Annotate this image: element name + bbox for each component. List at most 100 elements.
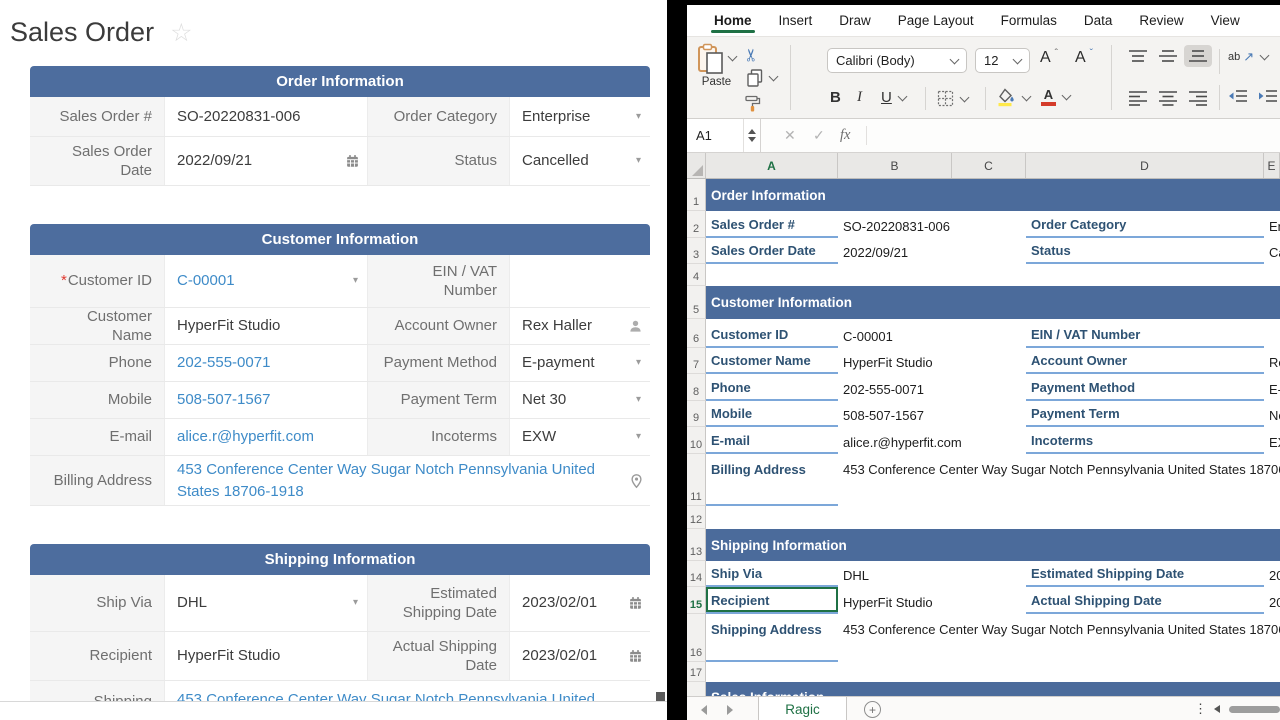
grid-cell-c9[interactable]	[952, 401, 1026, 427]
grid-cell-e6[interactable]	[1264, 319, 1280, 348]
font-color-button[interactable]: A	[1041, 88, 1070, 106]
field-value[interactable]: 202-555-0071	[165, 345, 367, 381]
grid-cell-c2[interactable]	[952, 211, 1026, 238]
row-number[interactable]: 14	[687, 561, 706, 587]
format-painter-button[interactable]	[744, 95, 761, 112]
grid-cell-d10[interactable]: Incoterms	[1026, 427, 1264, 454]
field-value[interactable]: Cancelled▾	[510, 137, 650, 185]
row-number[interactable]: 18	[687, 682, 706, 696]
grid-cell-a11[interactable]: Billing Address	[706, 454, 838, 506]
paste-button[interactable]: Paste	[697, 43, 736, 88]
grid-cell-a9[interactable]: Mobile	[706, 401, 838, 427]
grid-cell-d9[interactable]: Payment Term	[1026, 401, 1264, 427]
row-number[interactable]: 7	[687, 348, 706, 374]
dropdown-caret-icon[interactable]: ▾	[636, 432, 641, 442]
hscroll-thumb[interactable]	[1229, 706, 1280, 713]
row-number[interactable]: 2	[687, 211, 706, 238]
grid-cell-b3[interactable]: 2022/09/21	[838, 238, 952, 264]
name-box[interactable]: A1	[687, 119, 761, 152]
field-value[interactable]: alice.r@hyperfit.com	[165, 419, 367, 455]
row-number[interactable]: 6	[687, 319, 706, 348]
field-value[interactable]: HyperFit Studio	[165, 632, 367, 680]
grid-cell-a8[interactable]: Phone	[706, 374, 838, 401]
hscroll-left-button[interactable]	[1214, 705, 1220, 713]
insert-function-icon[interactable]: fx	[840, 127, 850, 144]
shrink-font-button[interactable]: Aˇ	[1075, 49, 1093, 67]
grid-cell-b14[interactable]: DHL	[838, 561, 952, 587]
grid-cell-c15[interactable]	[952, 587, 1026, 614]
bold-button[interactable]: B	[830, 89, 841, 106]
sheet-prev-button[interactable]	[701, 705, 707, 715]
grid-cell-a3[interactable]: Sales Order Date	[706, 238, 838, 264]
grid-cell-c7[interactable]	[952, 348, 1026, 374]
align-right-button[interactable]	[1184, 87, 1212, 109]
field-value[interactable]: 2023/02/01	[510, 632, 650, 680]
row-number[interactable]: 11	[687, 454, 706, 506]
field-value[interactable]: 453 Conference Center Way Sugar Notch Pe…	[165, 456, 650, 505]
sheet-tab-ragic[interactable]: Ragic	[758, 697, 847, 720]
grid-cell-d7[interactable]: Account Owner	[1026, 348, 1264, 374]
row-number[interactable]: 16	[687, 614, 706, 662]
grid-cell-a10[interactable]: E-mail	[706, 427, 838, 454]
grid-cell-d2[interactable]: Order Category	[1026, 211, 1264, 238]
grid-cell-b11[interactable]: 453 Conference Center Way Sugar Notch Pe…	[838, 454, 952, 506]
cancel-icon[interactable]: ✕	[784, 127, 796, 144]
row-number[interactable]: 4	[687, 264, 706, 286]
grid-cell-d16[interactable]	[1026, 614, 1264, 662]
grid-cell-b6[interactable]: C-00001	[838, 319, 952, 348]
grid-cell-b9[interactable]: 508-507-1567	[838, 401, 952, 427]
grid-cell-e14[interactable]: 2023/02/01	[1264, 561, 1280, 587]
location-pin-icon[interactable]	[631, 473, 642, 488]
cut-button[interactable]: ✂	[742, 48, 762, 62]
row-number[interactable]: 9	[687, 401, 706, 427]
row-number[interactable]: 10	[687, 427, 706, 454]
field-value[interactable]: 453 Conference Center Way Sugar Notch Pe…	[165, 681, 650, 702]
column-header-d[interactable]: D	[1026, 153, 1264, 178]
empty-row[interactable]	[706, 506, 1280, 529]
grid-cell-c3[interactable]	[952, 238, 1026, 264]
row-number[interactable]: 17	[687, 662, 706, 682]
align-top-button[interactable]	[1124, 46, 1152, 68]
grid-cell-c14[interactable]	[952, 561, 1026, 587]
fill-color-button[interactable]	[997, 88, 1030, 107]
enter-icon[interactable]: ✓	[813, 127, 825, 144]
ribbon-tab-view[interactable]: View	[1211, 5, 1240, 36]
field-value[interactable]: Enterprise▾	[510, 97, 650, 136]
font-name-select[interactable]: Calibri (Body)	[827, 48, 967, 73]
dropdown-caret-icon[interactable]: ▾	[636, 358, 641, 368]
grid-cell-b16[interactable]: 453 Conference Center Way Sugar Notch Pe…	[838, 614, 952, 662]
align-middle-button[interactable]	[1154, 46, 1182, 68]
empty-row[interactable]	[706, 662, 1280, 682]
grid-cell-a2[interactable]: Sales Order #	[706, 211, 838, 238]
grid-cell-c16[interactable]	[952, 614, 1026, 662]
grid-cell-c10[interactable]	[952, 427, 1026, 454]
row-number[interactable]: 1	[687, 179, 706, 211]
section-header-row[interactable]: Sales Information	[706, 682, 1280, 696]
field-value[interactable]: DHL▾	[165, 575, 367, 631]
align-center-button[interactable]	[1154, 87, 1182, 109]
ribbon-tab-insert[interactable]: Insert	[779, 5, 813, 36]
column-header-e[interactable]: E	[1264, 153, 1280, 178]
decrease-indent-button[interactable]	[1228, 89, 1248, 103]
row-number[interactable]: 8	[687, 374, 706, 401]
dropdown-caret-icon[interactable]: ▾	[353, 598, 358, 608]
calendar-icon[interactable]	[629, 597, 642, 610]
grid-cell-e7[interactable]: Rex Haller	[1264, 348, 1280, 374]
grid-cell-e3[interactable]: Cancelled	[1264, 238, 1280, 264]
field-value[interactable]: C-00001▾	[165, 255, 367, 307]
section-header-row[interactable]: Customer Information	[706, 286, 1280, 319]
grid-cell-d11[interactable]	[1026, 454, 1264, 506]
ribbon-tab-formulas[interactable]: Formulas	[1001, 5, 1057, 36]
dropdown-caret-icon[interactable]: ▾	[636, 112, 641, 122]
field-value[interactable]: 508-507-1567	[165, 382, 367, 418]
grow-font-button[interactable]: Aˆ	[1040, 49, 1058, 67]
grid-cell-c11[interactable]	[952, 454, 1026, 506]
dropdown-caret-icon[interactable]: ▾	[636, 395, 641, 405]
grid-cell-d15[interactable]: Actual Shipping Date	[1026, 587, 1264, 614]
field-value[interactable]: E-payment▾	[510, 345, 650, 381]
row-number[interactable]: 15	[687, 587, 706, 614]
grid-cell-b7[interactable]: HyperFit Studio	[838, 348, 952, 374]
field-value[interactable]: SO-20220831-006	[165, 97, 367, 136]
align-bottom-button[interactable]	[1184, 45, 1212, 67]
grid-cell-b10[interactable]: alice.r@hyperfit.com	[838, 427, 952, 454]
